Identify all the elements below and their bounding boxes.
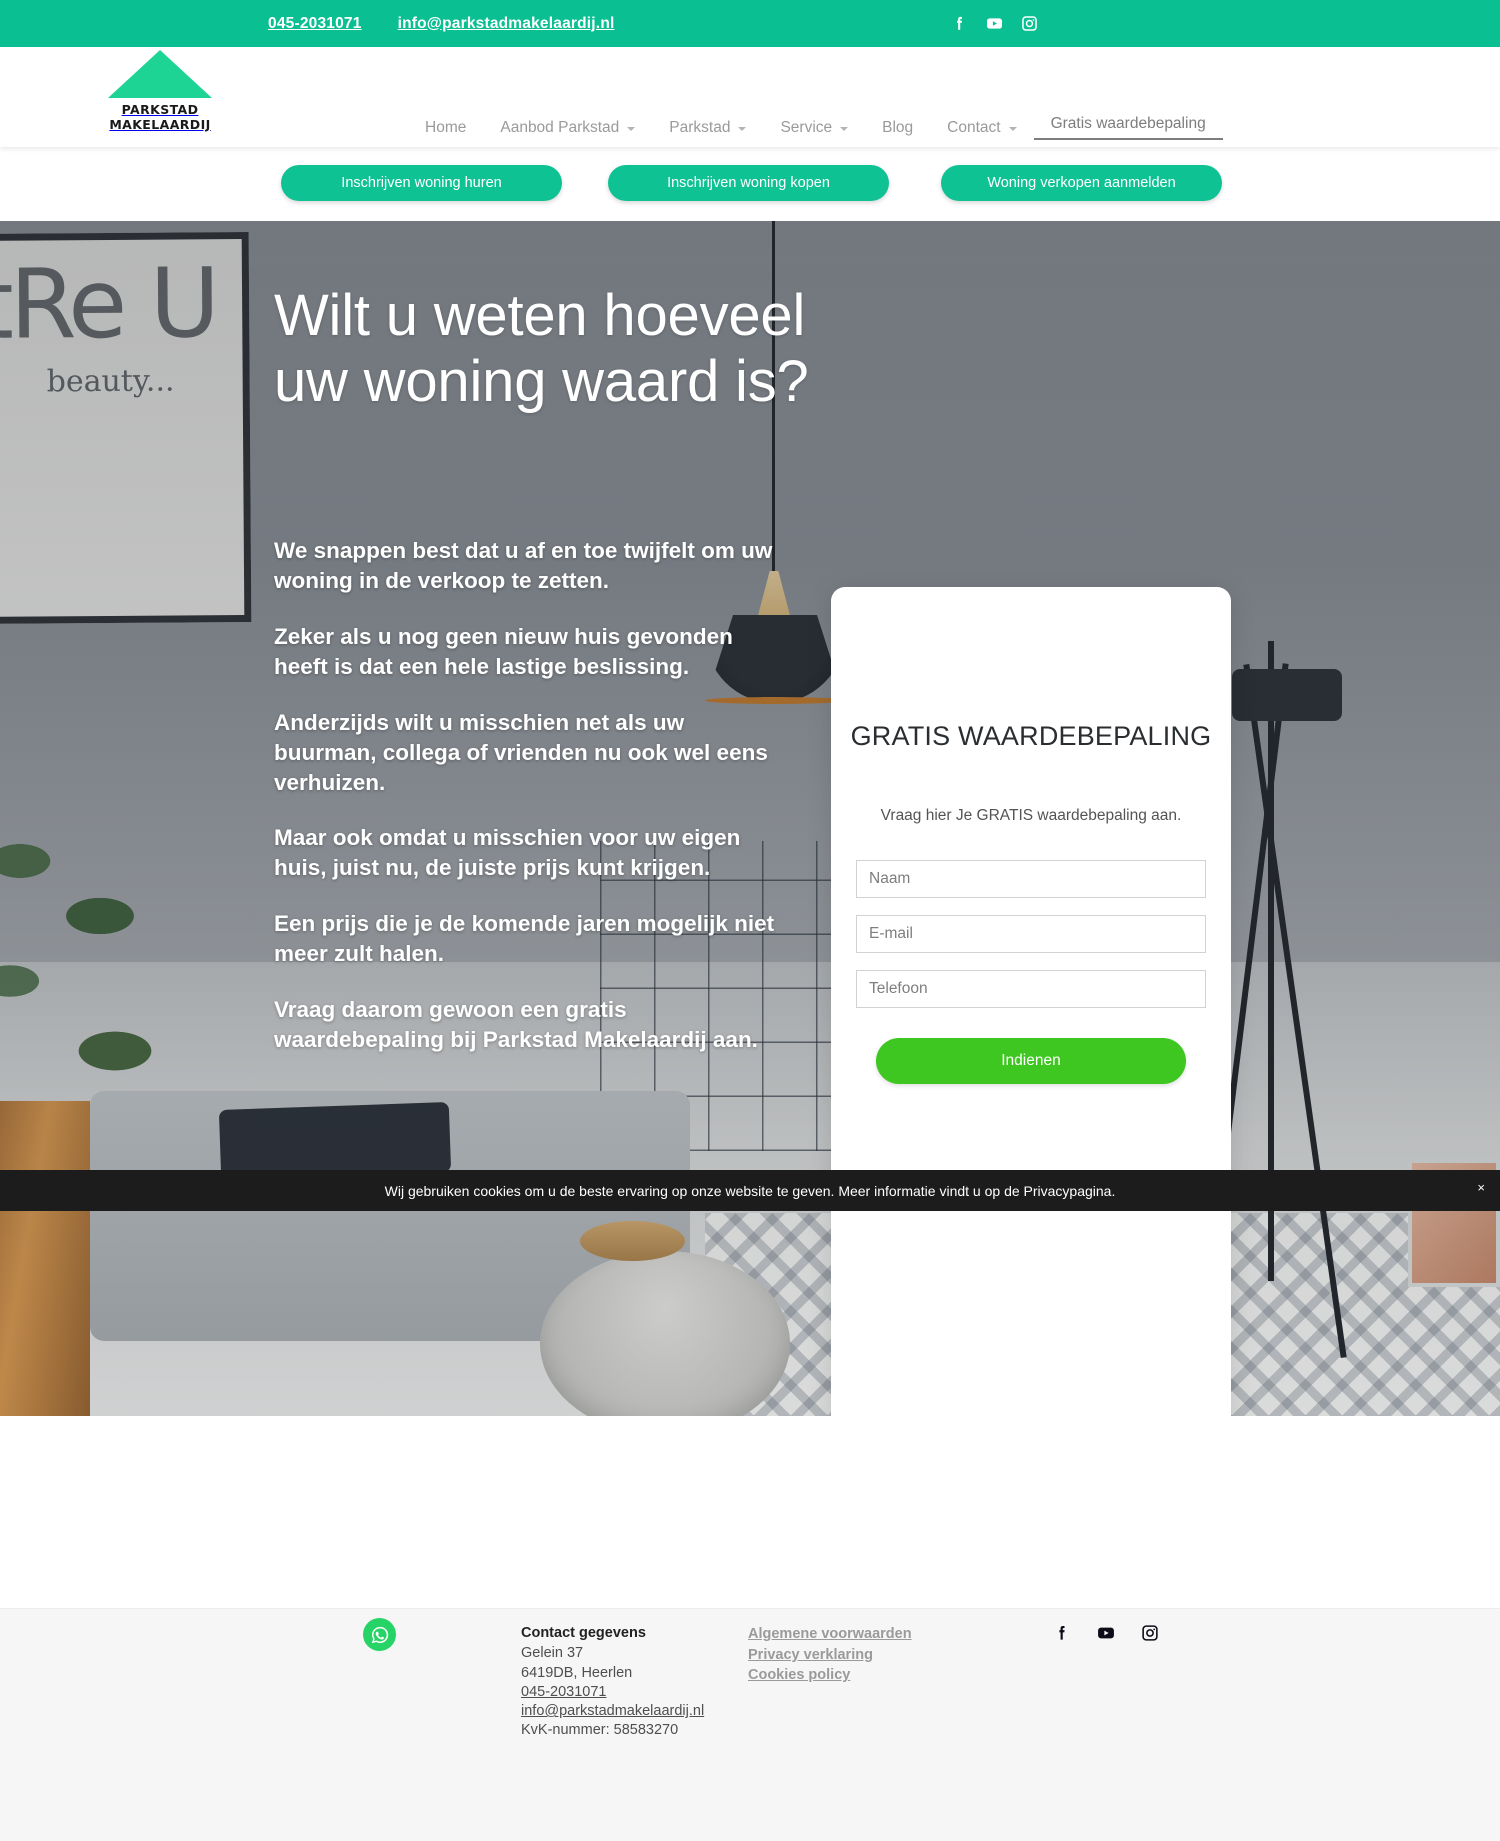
cta-button-bar: Inschrijven woning huren Inschrijven won… xyxy=(0,147,1500,221)
logo-line-1: PARKSTAD xyxy=(121,102,199,117)
footer-link-cookies-policy[interactable]: Cookies policy xyxy=(748,1665,912,1686)
nav-label: Aanbod Parkstad xyxy=(500,118,620,136)
hero-section: tRe U beauty... Wilt u weten hoeveel uw … xyxy=(0,221,1500,1416)
logo-triangle-icon xyxy=(108,50,212,98)
hero-paragraph: Anderzijds wilt u misschien net als uw b… xyxy=(274,709,768,795)
footer-street: Gelein 37 xyxy=(521,1645,584,1662)
logo-line-2: MAKELAARDIJ xyxy=(109,116,211,132)
footer-contact-heading: Contact gegevens xyxy=(521,1625,646,1641)
nav-item-contact[interactable]: Contact xyxy=(930,119,1033,137)
footer-contact-block: Contact gegevens Gelein 37 6419DB, Heerl… xyxy=(521,1624,704,1741)
nav-item-service[interactable]: Service xyxy=(763,119,865,137)
nav-label: Gratis waardebepaling xyxy=(1050,115,1206,132)
logo-wordmark: PARKSTAD MAKELAARDIJ xyxy=(100,102,220,132)
nav-item-aanbod-parkstad[interactable]: Aanbod Parkstad xyxy=(483,119,652,137)
instagram-icon[interactable] xyxy=(1020,14,1039,33)
cookie-message: Wij gebruiken cookies om u de beste erva… xyxy=(384,1182,1116,1199)
cta-inschrijven-woning-huren[interactable]: Inschrijven woning huren xyxy=(281,165,562,201)
footer-link-privacy-verklaring[interactable]: Privacy verklaring xyxy=(748,1645,912,1666)
cta-inschrijven-woning-kopen[interactable]: Inschrijven woning kopen xyxy=(608,165,889,201)
hero-paragraph: We snappen best dat u af en toe twijfelt… xyxy=(274,538,773,593)
footer-social-group xyxy=(1052,1623,1160,1643)
facebook-icon[interactable] xyxy=(1052,1623,1072,1643)
footer-phone-link[interactable]: 045-2031071 xyxy=(521,1683,704,1702)
chevron-down-icon xyxy=(840,126,849,131)
topbar-email-link[interactable]: info@parkstadmakelaardij.nl xyxy=(398,15,615,33)
submit-button[interactable]: Indienen xyxy=(876,1038,1186,1084)
hero-body-copy: We snappen best dat u af en toe twijfelt… xyxy=(274,536,784,1055)
nav-item-parkstad[interactable]: Parkstad xyxy=(652,119,763,137)
form-title: GRATIS WAARDEBEPALING xyxy=(850,721,1212,751)
chevron-down-icon xyxy=(627,126,636,131)
hero-paragraph: Zeker als u nog geen nieuw huis gevonden… xyxy=(274,623,733,679)
content-spacer xyxy=(0,1416,1500,1608)
nav-label: Blog xyxy=(882,118,914,136)
nav-item-gratis-waardebepaling[interactable]: Gratis waardebepaling xyxy=(1033,115,1223,140)
cta-woning-verkopen-aanmelden[interactable]: Woning verkopen aanmelden xyxy=(941,165,1222,201)
naam-input[interactable] xyxy=(856,860,1206,898)
nav-item-home[interactable]: Home xyxy=(408,119,483,137)
hero-paragraph: Een prijs die je de komende jaren mogeli… xyxy=(274,911,775,967)
close-icon[interactable]: × xyxy=(1477,1181,1485,1194)
hero-paragraph: Maar ook omdat u misschien voor uw eigen… xyxy=(274,825,741,881)
waardebepaling-form-card: GRATIS WAARDEBEPALING Vraag hier Je GRAT… xyxy=(831,587,1231,1416)
site-header: PARKSTAD MAKELAARDIJ Home Aanbod Parksta… xyxy=(0,47,1500,147)
youtube-icon[interactable] xyxy=(985,14,1004,33)
footer-kvk: KvK-nummer: 58583270 xyxy=(521,1722,679,1739)
chevron-down-icon xyxy=(738,126,747,131)
cookie-consent-banner: Wij gebruiken cookies om u de beste erva… xyxy=(0,1170,1500,1211)
waardebepaling-form: Indienen xyxy=(856,860,1206,1084)
footer-city: 6419DB, Heerlen xyxy=(521,1664,633,1681)
chevron-down-icon xyxy=(1008,126,1017,131)
nav-label: Parkstad xyxy=(669,118,731,136)
facebook-icon[interactable] xyxy=(950,14,969,33)
footer-legal-links: Algemene voorwaarden Privacy verklaring … xyxy=(748,1624,912,1686)
topbar-phone-link[interactable]: 045-2031071 xyxy=(268,15,362,33)
site-logo[interactable]: PARKSTAD MAKELAARDIJ xyxy=(100,50,220,132)
form-subtitle: Vraag hier Je GRATIS waardebepaling aan. xyxy=(880,807,1182,824)
nav-label: Contact xyxy=(947,118,1001,136)
telefoon-input[interactable] xyxy=(856,970,1206,1008)
youtube-icon[interactable] xyxy=(1096,1623,1116,1643)
main-navigation: Home Aanbod Parkstad Parkstad Service Bl… xyxy=(408,115,1223,140)
hero-heading: Wilt u weten hoeveel uw woning waard is? xyxy=(274,283,809,414)
hero-paragraph: Vraag daarom gewoon een gratis waardebep… xyxy=(274,997,758,1053)
topbar-contact-group: 045-2031071 info@parkstadmakelaardij.nl xyxy=(268,15,615,33)
whatsapp-button-wrap xyxy=(363,1618,396,1651)
whatsapp-icon[interactable] xyxy=(363,1618,396,1651)
instagram-icon[interactable] xyxy=(1140,1623,1160,1643)
footer-link-algemene-voorwaarden[interactable]: Algemene voorwaarden xyxy=(748,1624,912,1645)
nav-label: Home xyxy=(425,118,467,136)
site-footer: Contact gegevens Gelein 37 6419DB, Heerl… xyxy=(0,1608,1500,1841)
top-contact-bar: 045-2031071 info@parkstadmakelaardij.nl xyxy=(0,0,1500,47)
footer-email-link[interactable]: info@parkstadmakelaardij.nl xyxy=(521,1702,704,1721)
topbar-social-group xyxy=(950,14,1039,33)
nav-label: Service xyxy=(780,118,833,136)
email-input[interactable] xyxy=(856,915,1206,953)
nav-item-blog[interactable]: Blog xyxy=(865,119,930,137)
